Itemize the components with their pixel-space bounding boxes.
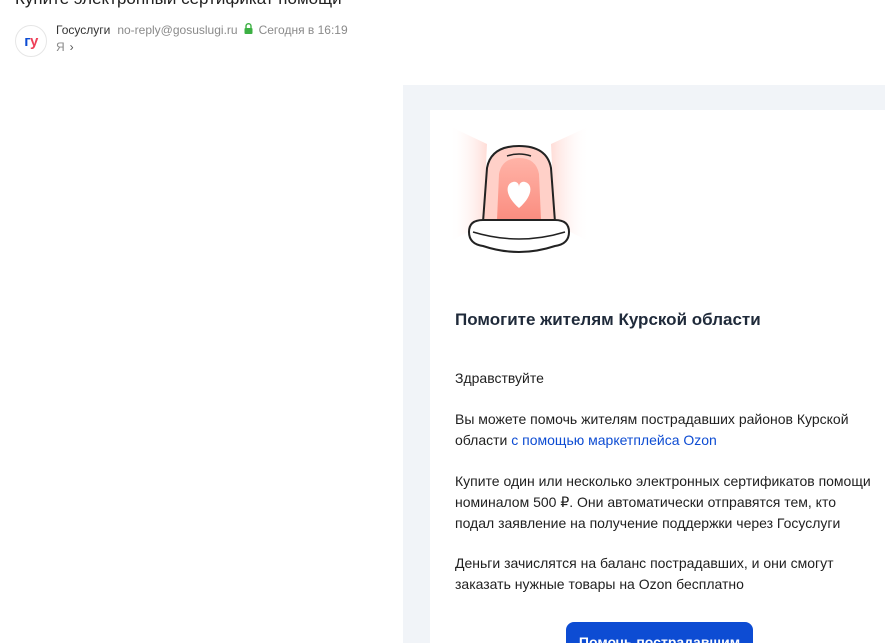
paragraph-help-info: Вы можете помочь жителям пострадавших ра… [455,409,875,451]
email-date: Сегодня в 16:19 [258,23,348,37]
email-subject: Купите электронный сертификат помощи [15,0,342,9]
sender-name[interactable]: Госуслуги [56,23,110,37]
siren-heart-icon [447,124,592,269]
email-view: Купите электронный сертификат помощи гу … [0,0,885,643]
recipient-name: Я [56,40,65,54]
recipient-toggle[interactable]: Я › [56,40,74,54]
sender-email[interactable]: no-reply@gosuslugi.ru [117,23,237,37]
email-heading: Помогите жителям Курской области [455,310,761,329]
chevron-right-icon: › [69,40,74,54]
ozon-link[interactable]: с помощью маркетплейса Ozon [511,432,717,448]
avatar-letter-u: у [29,32,38,50]
sender-info: Госуслуги no-reply@gosuslugi.ru Сегодня … [56,23,348,37]
paragraph-balance: Деньги зачислятся на баланс пострадавших… [455,555,834,592]
sender-avatar[interactable]: гу [15,25,47,57]
paragraph-certificates: Купите один или несколько электронных се… [455,473,871,531]
greeting-text: Здравствуйте [455,370,544,386]
help-victims-button[interactable]: Помочь пострадавшим [566,622,753,643]
lock-icon [244,23,253,37]
